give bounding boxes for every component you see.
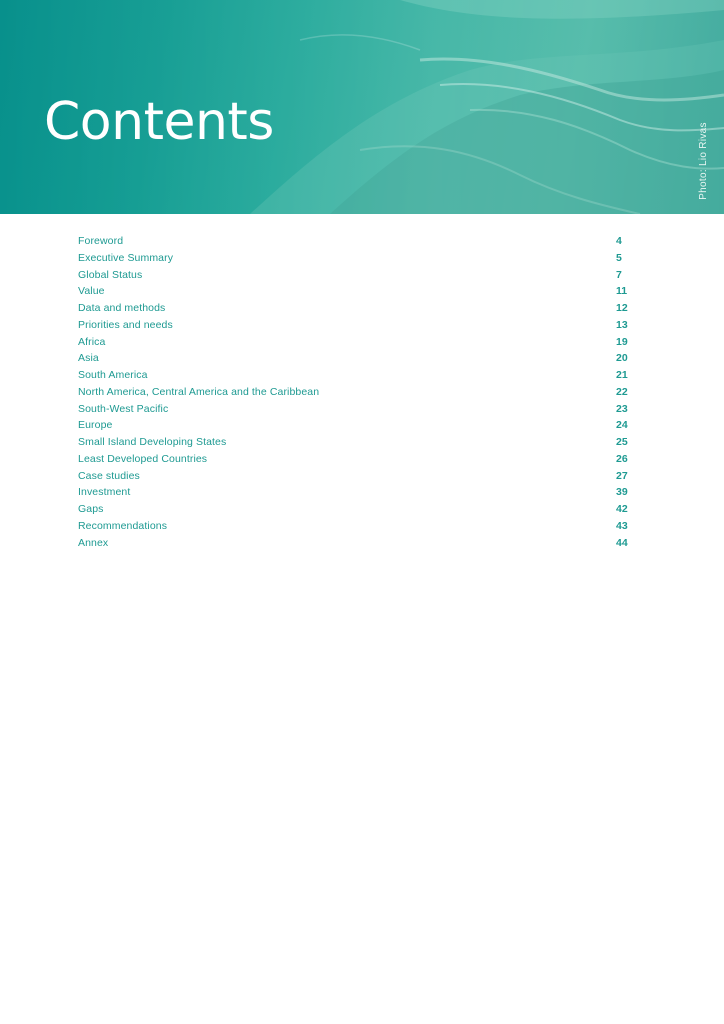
- toc-entry-label[interactable]: Executive Summary: [78, 250, 173, 267]
- toc-entry-recommendations[interactable]: Recommendations 43: [78, 518, 638, 535]
- toc-entry-europe[interactable]: Europe 24: [78, 417, 638, 434]
- toc-entry-label[interactable]: Asia: [78, 350, 99, 367]
- toc-entry-label[interactable]: Data and methods: [78, 300, 165, 317]
- toc-entry-africa[interactable]: Africa 19: [78, 334, 638, 351]
- header-banner: Contents Photo: Lio Rivas: [0, 0, 724, 214]
- toc-page-number: 44: [616, 536, 628, 549]
- toc-entry-global-status[interactable]: Global Status 7: [78, 267, 638, 284]
- toc-page-number: 21: [616, 369, 628, 381]
- toc-page-number: 19: [616, 335, 628, 348]
- toc-entry-value[interactable]: Value 11: [78, 283, 638, 300]
- toc-entry-priorities-and-needs[interactable]: Priorities and needs 13: [78, 317, 638, 334]
- toc-page-number: 42: [616, 503, 628, 515]
- toc-entry-label[interactable]: South America: [78, 367, 148, 384]
- photo-credit: Photo: Lio Rivas: [698, 122, 709, 200]
- toc-entry-label[interactable]: Global Status: [78, 267, 142, 284]
- toc-entry-label[interactable]: Case studies: [78, 468, 140, 485]
- toc-page-number: 13: [616, 318, 628, 331]
- toc-entry-gaps[interactable]: Gaps 42: [78, 501, 638, 518]
- toc-entry-label[interactable]: North America, Central America and the C…: [78, 384, 319, 401]
- toc-entry-label[interactable]: Priorities and needs: [78, 317, 173, 334]
- toc-page-number: 24: [616, 419, 628, 432]
- toc-entry-label[interactable]: Value: [78, 283, 105, 300]
- toc-entry-label[interactable]: Gaps: [78, 501, 104, 518]
- toc-entry-small-island-developing-states[interactable]: Small Island Developing States 25: [78, 434, 638, 451]
- toc-entry-north-central-america-caribbean[interactable]: North America, Central America and the C…: [78, 384, 638, 401]
- toc-page-number: 27: [616, 469, 628, 482]
- toc-entry-label[interactable]: Foreword: [78, 233, 123, 250]
- toc-page-number: 12: [616, 302, 628, 314]
- page-title: Contents: [44, 92, 274, 152]
- table-of-contents: Foreword 4 Executive Summary 5 Global St…: [78, 233, 638, 551]
- toc-page-number: 26: [616, 452, 628, 465]
- toc-entry-label[interactable]: Europe: [78, 417, 112, 434]
- toc-page-number: 7: [616, 268, 622, 281]
- toc-entry-label[interactable]: Small Island Developing States: [78, 434, 226, 451]
- toc-entry-label[interactable]: South-West Pacific: [78, 401, 168, 418]
- toc-page-number: 11: [616, 285, 628, 298]
- toc-entry-asia[interactable]: Asia 20: [78, 350, 638, 367]
- toc-page-number: 43: [616, 519, 628, 532]
- toc-entry-label[interactable]: Africa: [78, 334, 105, 351]
- toc-page-number: 23: [616, 402, 628, 415]
- toc-page-number: 39: [616, 486, 628, 499]
- toc-entry-data-and-methods[interactable]: Data and methods 12: [78, 300, 638, 317]
- toc-entry-south-west-pacific[interactable]: South-West Pacific 23: [78, 401, 638, 418]
- toc-page-number: 20: [616, 352, 628, 365]
- toc-page-number: 22: [616, 385, 628, 398]
- toc-page-number: 4: [616, 235, 622, 247]
- toc-entry-case-studies[interactable]: Case studies 27: [78, 468, 638, 485]
- toc-entry-label[interactable]: Least Developed Countries: [78, 451, 207, 468]
- toc-entry-annex[interactable]: Annex 44: [78, 535, 638, 552]
- toc-entry-label[interactable]: Investment: [78, 484, 130, 501]
- toc-entry-executive-summary[interactable]: Executive Summary 5: [78, 250, 638, 267]
- toc-page-number: 5: [616, 251, 622, 264]
- toc-entry-foreword[interactable]: Foreword 4: [78, 233, 638, 250]
- toc-entry-south-america[interactable]: South America 21: [78, 367, 638, 384]
- toc-entry-investment[interactable]: Investment 39: [78, 484, 638, 501]
- toc-page-number: 25: [616, 436, 628, 448]
- toc-entry-label[interactable]: Annex: [78, 535, 108, 552]
- toc-entry-least-developed-countries[interactable]: Least Developed Countries 26: [78, 451, 638, 468]
- toc-entry-label[interactable]: Recommendations: [78, 518, 167, 535]
